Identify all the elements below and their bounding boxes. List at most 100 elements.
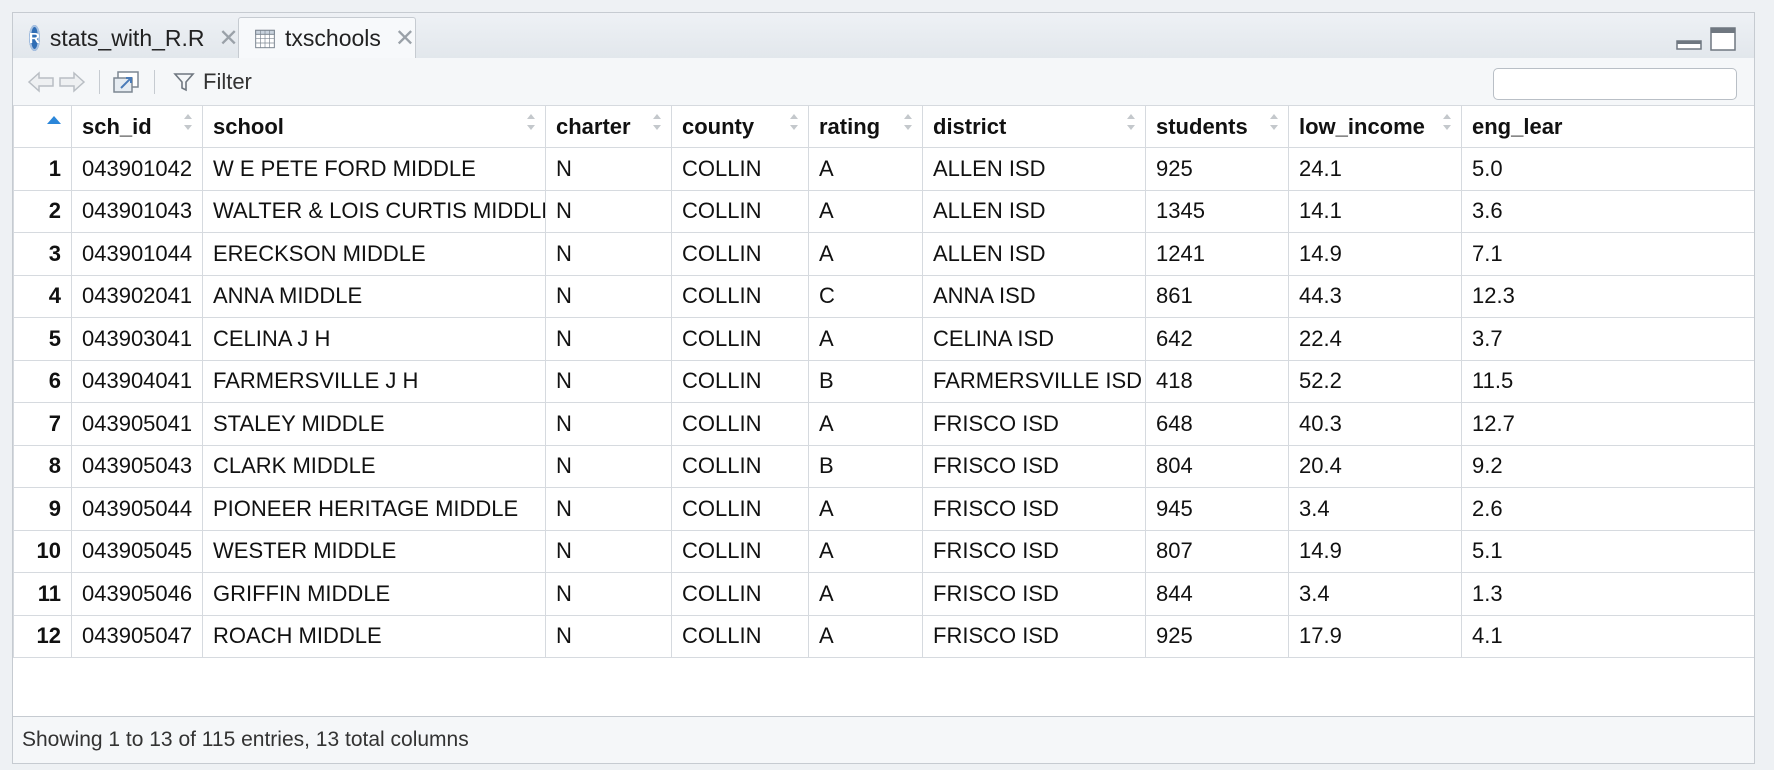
- table-cell: ALLEN ISD: [922, 147, 1146, 191]
- table-cell: A: [808, 189, 923, 233]
- table-cell: 3.7: [1461, 317, 1754, 361]
- row-number: 2: [13, 189, 72, 233]
- back-arrow-icon: [27, 70, 54, 93]
- table-cell: A: [808, 402, 923, 446]
- table-cell: W E PETE FORD MIDDLE: [202, 147, 546, 191]
- close-icon[interactable]: ✕: [395, 24, 415, 53]
- row-number-header[interactable]: [13, 105, 72, 148]
- column-header-label: students: [1156, 113, 1248, 139]
- table-cell: 11.5: [1461, 359, 1754, 403]
- table-row: 7 043905041 STALEY MIDDLE N COLLIN A FRISCO IS…: [13, 402, 1754, 446]
- table-cell: A: [808, 572, 923, 616]
- close-icon[interactable]: ✕: [219, 24, 239, 53]
- table-cell: 14.1: [1288, 189, 1462, 233]
- sort-icon: [1443, 114, 1451, 130]
- table-cell: 043904041: [71, 359, 203, 403]
- table-cell: 925: [1145, 614, 1289, 658]
- data-viewer-pane: R stats_with_R.R ✕ txschools ✕ Filter sc…: [12, 12, 1755, 764]
- table-row: 3 043901044 ERECKSON MIDDLE N COLLIN A ALLEN I…: [13, 232, 1754, 276]
- tab-txschools[interactable]: txschools ✕: [238, 17, 416, 59]
- table-cell: 14.9: [1288, 529, 1462, 573]
- table-cell: A: [808, 232, 923, 276]
- table-cell: COLLIN: [671, 444, 809, 488]
- column-header-rating[interactable]: rating: [808, 105, 923, 148]
- table-cell: 14.9: [1288, 232, 1462, 276]
- minimize-icon[interactable]: [1676, 39, 1702, 51]
- row-number: 7: [13, 402, 72, 446]
- row-number: 4: [13, 274, 72, 318]
- row-number: 1: [13, 147, 72, 191]
- table-cell: FRISCO ISD: [922, 572, 1146, 616]
- entries-summary: Showing 1 to 13 of 115 entries, 13 total…: [22, 728, 469, 751]
- column-header-eng-lear[interactable]: eng_lear: [1461, 105, 1754, 148]
- table-cell: N: [545, 147, 672, 191]
- table-cell: COLLIN: [671, 189, 809, 233]
- table-row: 6 043904041 FARMERSVILLE J H N COLLIN B FARMER…: [13, 359, 1754, 403]
- table-cell: 4.1: [1461, 614, 1754, 658]
- table-cell: CELINA J H: [202, 317, 546, 361]
- table-cell: 20.4: [1288, 444, 1462, 488]
- table-cell: 1241: [1145, 232, 1289, 276]
- table-cell: 043905047: [71, 614, 203, 658]
- column-header-students[interactable]: students: [1145, 105, 1289, 148]
- tab-stats-with-r[interactable]: R stats_with_R.R ✕: [13, 17, 239, 59]
- table-cell: 17.9: [1288, 614, 1462, 658]
- table-cell: N: [545, 529, 672, 573]
- table-cell: N: [545, 189, 672, 233]
- table-cell: 44.3: [1288, 274, 1462, 318]
- table-cell: 3.4: [1288, 487, 1462, 531]
- window-controls: [1676, 27, 1736, 51]
- filter-button[interactable]: Filter: [173, 58, 252, 105]
- sort-icon: [527, 114, 535, 130]
- column-header-school[interactable]: school: [202, 105, 546, 148]
- table-cell: COLLIN: [671, 274, 809, 318]
- table-row: 4 043902041 ANNA MIDDLE N COLLIN C ANNA ISD 861…: [13, 274, 1754, 318]
- sort-icon: [1127, 114, 1135, 130]
- table-cell: COLLIN: [671, 317, 809, 361]
- table-cell: WESTER MIDDLE: [202, 529, 546, 573]
- table-row: 2 043901043 WALTER & LOIS CURTIS MIDDLE N CO…: [13, 189, 1754, 233]
- table-cell: 648: [1145, 402, 1289, 446]
- table-cell: ANNA ISD: [922, 274, 1146, 318]
- maximize-icon[interactable]: [1710, 27, 1736, 51]
- column-header-low-income[interactable]: low_income: [1288, 105, 1462, 148]
- funnel-icon: [173, 72, 195, 91]
- table-cell: N: [545, 274, 672, 318]
- table-cell: B: [808, 359, 923, 403]
- sort-ascending-icon: [47, 116, 61, 124]
- column-header-label: sch_id: [82, 113, 152, 139]
- table-body: 1 043901042 W E PETE FORD MIDDLE N COLLIN A AL…: [13, 147, 1754, 658]
- sort-icon: [790, 114, 798, 130]
- table-cell: 9.2: [1461, 444, 1754, 488]
- search-input[interactable]: [1504, 72, 1740, 96]
- column-header-district[interactable]: district: [922, 105, 1146, 148]
- table-cell: A: [808, 317, 923, 361]
- table-cell: ALLEN ISD: [922, 232, 1146, 276]
- table-cell: N: [545, 572, 672, 616]
- sort-icon: [184, 114, 192, 130]
- table-cell: COLLIN: [671, 232, 809, 276]
- column-header-label: eng_lear: [1472, 113, 1563, 139]
- table-cell: COLLIN: [671, 529, 809, 573]
- popout-icon: [113, 70, 139, 93]
- table-cell: N: [545, 317, 672, 361]
- table-row: 5 043903041 CELINA J H N COLLIN A CELINA ISD 64…: [13, 317, 1754, 361]
- open-in-window-button[interactable]: [111, 58, 141, 105]
- back-button[interactable]: [27, 58, 55, 105]
- column-header-label: charter: [556, 113, 631, 139]
- row-number: 8: [13, 444, 72, 488]
- filter-label: Filter: [203, 68, 252, 94]
- search-box[interactable]: [1493, 68, 1740, 100]
- table-row: 10 043905045 WESTER MIDDLE N COLLIN A FRISCO I…: [13, 529, 1754, 573]
- data-table-container[interactable]: sch_id school charter county rating dist…: [13, 105, 1754, 660]
- toolbar-divider: [154, 70, 155, 94]
- table-cell: 043901043: [71, 189, 203, 233]
- column-header-county[interactable]: county: [671, 105, 809, 148]
- table-cell: 043901042: [71, 147, 203, 191]
- column-header-sch-id[interactable]: sch_id: [71, 105, 203, 148]
- column-header-charter[interactable]: charter: [545, 105, 672, 148]
- table-cell: 2.6: [1461, 487, 1754, 531]
- table-cell: COLLIN: [671, 359, 809, 403]
- tab-bar: R stats_with_R.R ✕ txschools ✕: [13, 13, 1754, 59]
- forward-button[interactable]: [58, 58, 86, 105]
